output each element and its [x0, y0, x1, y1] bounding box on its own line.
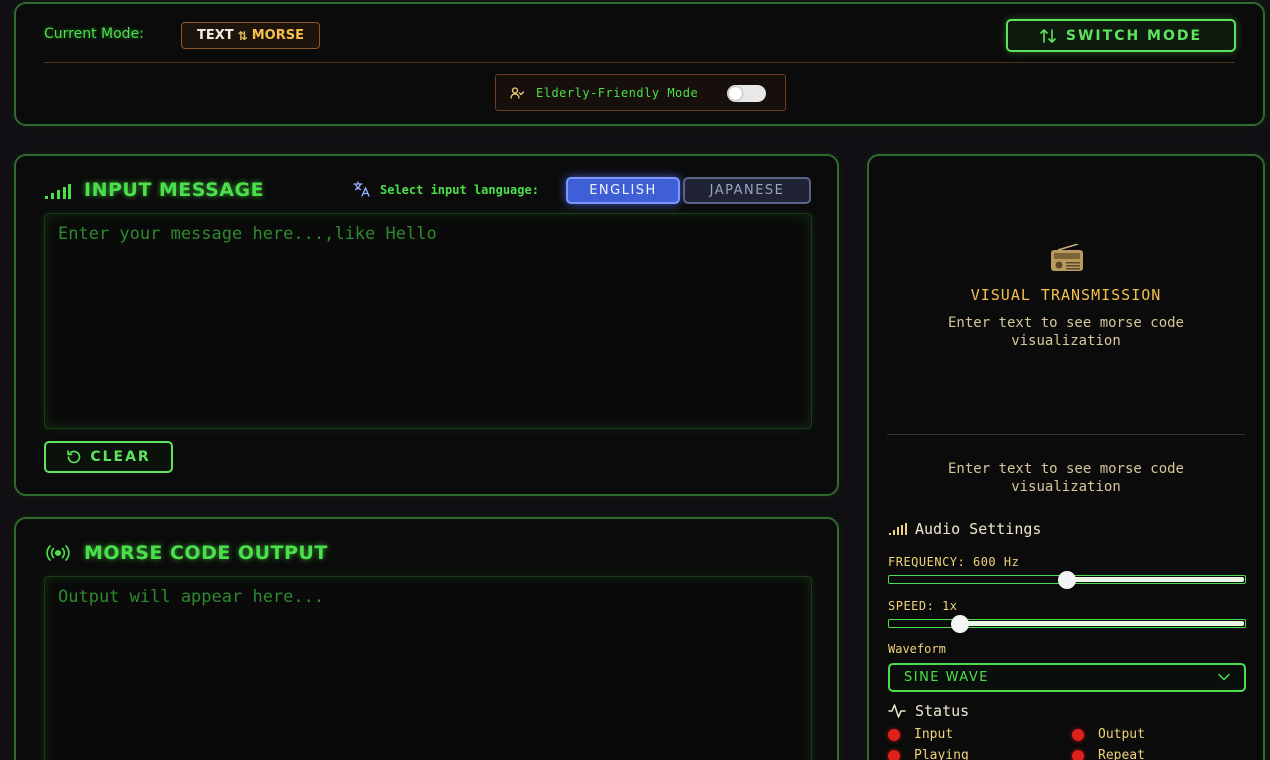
reset-icon — [67, 450, 81, 464]
language-japanese-button[interactable]: JAPANESE — [683, 177, 811, 204]
clear-button[interactable]: CLEAR — [44, 441, 173, 473]
status-title: Status — [915, 702, 970, 720]
visual-title: VISUAL TRANSMISSION — [970, 286, 1162, 304]
elderly-mode-toggle[interactable] — [727, 85, 766, 102]
signal-bars-icon — [889, 523, 907, 535]
message-input[interactable]: Enter your message here...,like Hello — [44, 213, 812, 429]
status-label: Playing — [914, 748, 969, 760]
frequency-slider-knob[interactable] — [1058, 571, 1076, 589]
clear-label: CLEAR — [90, 449, 151, 465]
speed-label: SPEED: 1x — [888, 599, 958, 613]
output-title: MORSE CODE OUTPUT — [84, 542, 328, 564]
activity-icon — [888, 704, 906, 718]
slider-fill — [1067, 577, 1244, 582]
status-dot — [888, 749, 900, 760]
toggle-knob — [729, 87, 742, 100]
elderly-mode-label: Elderly-Friendly Mode — [536, 85, 699, 100]
input-title: INPUT MESSAGE — [84, 179, 265, 201]
language-select-label: Select input language: — [380, 183, 539, 197]
status-output: Output — [1072, 727, 1145, 742]
header-divider — [44, 62, 1235, 63]
morse-output: Output will appear here... — [44, 576, 812, 760]
waveform-label: Waveform — [888, 642, 946, 656]
user-check-icon — [510, 86, 524, 99]
mode-target: MORSE — [251, 28, 304, 43]
switch-mode-label: SWITCH MODE — [1065, 27, 1203, 44]
visual-panel: VISUAL TRANSMISSION Enter text to see mo… — [867, 154, 1265, 760]
visual-subtitle-secondary: Enter text to see morse code visualizati… — [947, 461, 1184, 495]
status-repeat: Repeat — [1072, 748, 1145, 760]
chevron-down-icon — [1218, 673, 1230, 681]
waveform-select[interactable]: SINE WAVE — [888, 663, 1246, 692]
audio-settings-title: Audio Settings — [915, 520, 1042, 538]
swap-arrows-icon — [1040, 28, 1056, 43]
status-dot — [1072, 728, 1084, 741]
speed-slider-knob[interactable] — [951, 615, 970, 633]
status-label: Repeat — [1098, 748, 1145, 760]
swap-arrows-icon: ⇅ — [237, 28, 248, 43]
status-label: Output — [1098, 727, 1145, 742]
elderly-mode-control: Elderly-Friendly Mode — [495, 74, 786, 111]
visual-divider — [887, 434, 1245, 435]
status-input: Input — [888, 727, 953, 742]
mode-header-panel: Current Mode: TEXT ⇅ MORSE SWITCH MODE E… — [14, 2, 1265, 126]
slider-fill — [960, 621, 1244, 626]
status-label: Input — [914, 727, 954, 742]
speed-slider[interactable] — [888, 615, 1246, 633]
status-dot — [1072, 749, 1084, 760]
signal-bars-icon — [45, 184, 71, 199]
current-mode-badge: TEXT ⇅ MORSE — [181, 22, 320, 49]
mode-source: TEXT — [197, 28, 234, 43]
output-panel: MORSE CODE OUTPUT Output will appear her… — [14, 517, 839, 760]
translate-icon — [353, 181, 370, 197]
language-english-button[interactable]: ENGLISH — [566, 177, 680, 204]
current-mode-label: Current Mode: — [44, 26, 144, 42]
switch-mode-button[interactable]: SWITCH MODE — [1006, 19, 1236, 52]
frequency-slider[interactable] — [888, 571, 1246, 589]
visual-subtitle: Enter text to see morse code visualizati… — [947, 315, 1184, 349]
radio-icon — [1051, 244, 1083, 271]
broadcast-icon — [46, 545, 70, 561]
waveform-value: SINE WAVE — [904, 670, 989, 685]
status-dot — [888, 728, 900, 741]
status-playing: Playing — [888, 748, 969, 760]
input-panel: INPUT MESSAGE Select input language: ENG… — [14, 154, 839, 496]
frequency-label: FREQUENCY: 600 Hz — [888, 555, 1020, 569]
